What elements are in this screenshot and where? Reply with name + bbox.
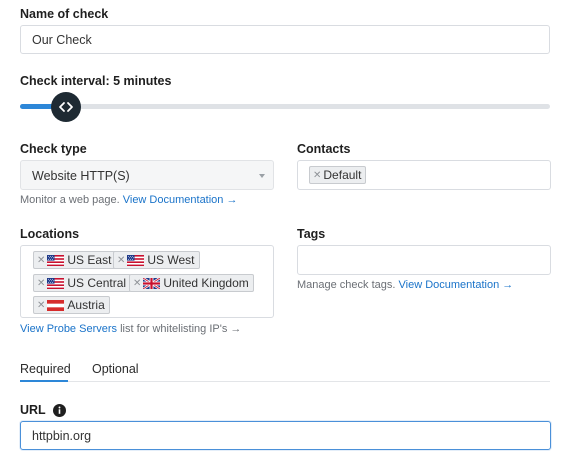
location-tag-label: US Central <box>67 276 127 290</box>
location-tag-label: US East <box>67 253 112 267</box>
active-tab-indicator <box>20 380 68 382</box>
location-tag-us-central: ✕ US Central <box>33 274 132 292</box>
close-icon[interactable]: ✕ <box>117 255 125 266</box>
location-tag-united-kingdom: ✕ United Kingdom <box>129 274 254 292</box>
tab-optional[interactable]: Optional <box>92 362 139 376</box>
tab-required[interactable]: Required <box>20 362 71 376</box>
slider-track <box>20 104 550 109</box>
location-tag-label: Austria <box>67 298 105 312</box>
url-label: URL <box>20 403 46 417</box>
url-input[interactable]: httpbin.org <box>20 421 551 450</box>
contacts-label: Contacts <box>297 142 351 156</box>
close-icon[interactable]: ✕ <box>37 255 45 266</box>
location-tag-us-west: ✕ US West <box>113 251 200 269</box>
us-flag-icon <box>47 278 64 289</box>
caret-down-icon <box>259 174 265 178</box>
location-tag-label: US West <box>147 253 195 267</box>
close-icon[interactable]: ✕ <box>133 278 141 289</box>
location-tag-austria: ✕ Austria <box>33 296 110 314</box>
check-interval-slider[interactable] <box>20 92 550 122</box>
contacts-input[interactable]: ✕ Default <box>297 160 551 190</box>
check-type-label: Check type <box>20 142 87 156</box>
check-type-select[interactable]: Website HTTP(S) <box>20 160 274 190</box>
us-flag-icon <box>47 255 64 266</box>
us-flag-icon <box>127 255 144 266</box>
tab-divider <box>20 381 550 382</box>
check-type-help: Monitor a web page. View Documentation → <box>20 194 237 206</box>
locations-help: View Probe Servers list for whitelisting… <box>20 323 241 335</box>
chevrons-left-right-icon <box>59 102 73 112</box>
close-icon[interactable]: ✕ <box>313 170 321 181</box>
tags-docs-link[interactable]: View Documentation → <box>399 279 514 291</box>
tags-label: Tags <box>297 227 326 241</box>
check-type-selected: Website HTTP(S) <box>32 169 130 183</box>
url-value: httpbin.org <box>32 429 92 443</box>
locations-input[interactable]: ✕ US East ✕ US West ✕ US Central ✕ Unite… <box>20 245 274 318</box>
tags-help-text: Manage check tags. <box>297 279 396 291</box>
name-of-check-value: Our Check <box>32 33 92 47</box>
name-of-check-input[interactable]: Our Check <box>20 25 550 54</box>
tags-help: Manage check tags. View Documentation → <box>297 279 513 291</box>
tags-input[interactable] <box>297 245 551 275</box>
view-probe-servers-link[interactable]: View Probe Servers <box>20 323 117 335</box>
locations-label: Locations <box>20 227 80 241</box>
contact-tag-label: Default <box>323 168 362 182</box>
location-tag-us-east: ✕ US East <box>33 251 117 269</box>
name-of-check-label: Name of check <box>20 7 109 21</box>
check-type-docs-link[interactable]: View Documentation → <box>123 194 238 206</box>
close-icon[interactable]: ✕ <box>37 278 45 289</box>
austria-flag-icon <box>47 300 64 311</box>
uk-flag-icon <box>143 278 160 289</box>
locations-help-text: list for whitelisting IP's → <box>120 323 242 335</box>
url-label-row: URL <box>20 403 66 417</box>
check-type-help-text: Monitor a web page. <box>20 194 120 206</box>
slider-handle[interactable] <box>51 92 81 122</box>
check-interval-label: Check interval: 5 minutes <box>20 74 172 88</box>
contact-tag: ✕ Default <box>309 166 367 184</box>
info-icon[interactable] <box>52 403 66 417</box>
close-icon[interactable]: ✕ <box>37 300 45 311</box>
location-tag-label: United Kingdom <box>163 276 249 290</box>
